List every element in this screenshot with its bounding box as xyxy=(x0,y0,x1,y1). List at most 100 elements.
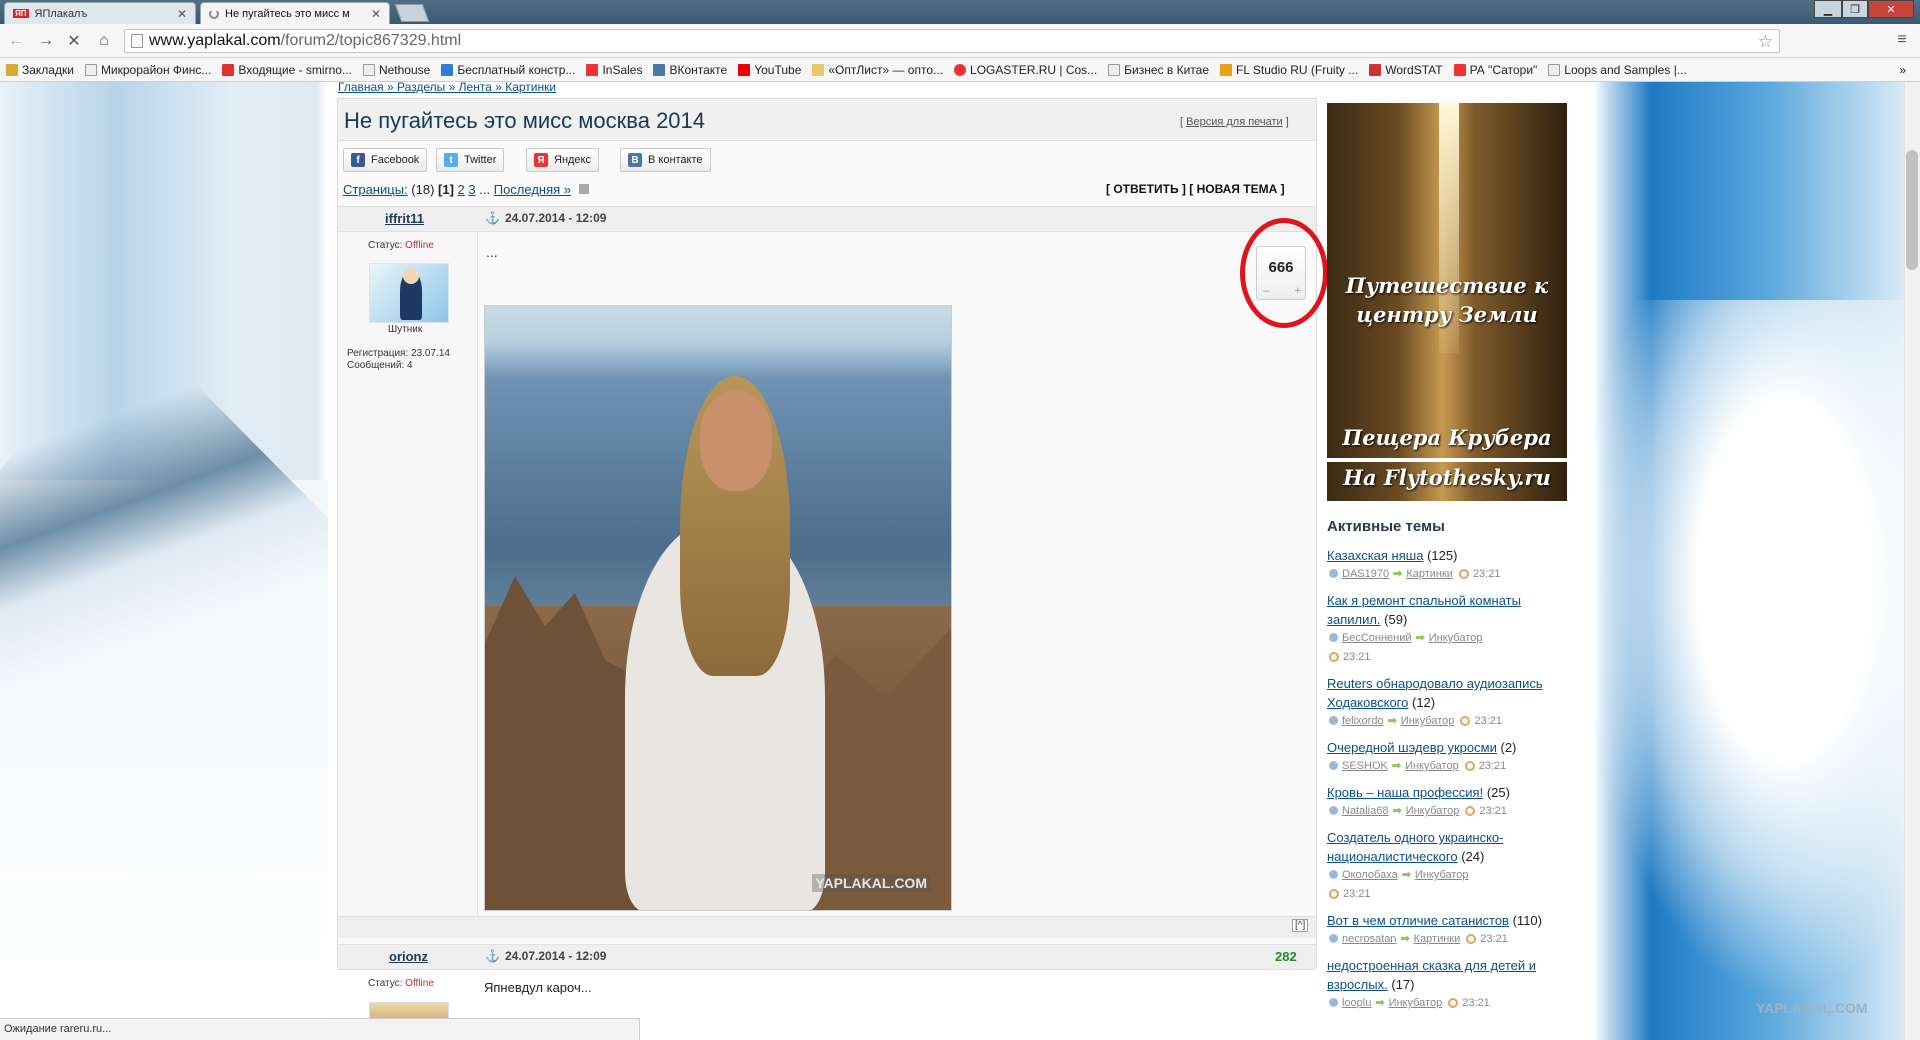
topic-link[interactable]: недостроенная сказка для детей и взрослы… xyxy=(1327,958,1536,992)
stop-icon[interactable]: ✕ xyxy=(64,31,84,51)
avatar[interactable] xyxy=(369,263,449,323)
active-topics-title: Активные темы xyxy=(1327,518,1445,535)
maximize-button[interactable]: ❐ xyxy=(1842,0,1868,18)
share-vk-button[interactable]: B В контакте xyxy=(620,148,711,172)
post-author[interactable]: orionz xyxy=(389,949,428,964)
bookmark-label: Закладки xyxy=(22,62,74,77)
close-tab-icon[interactable]: ✕ xyxy=(177,7,187,21)
bookmark-label: Микрорайон Финс... xyxy=(100,62,212,77)
post-date: 24.07.2014 - 12:09 xyxy=(505,211,607,225)
bookmark-item[interactable]: Закладки xyxy=(6,63,74,77)
pages-link[interactable]: Страницы: xyxy=(343,182,408,197)
folder-icon xyxy=(6,63,18,76)
topic-user[interactable]: БесСоннений xyxy=(1342,632,1412,644)
post-footer xyxy=(338,916,1316,938)
print-version-link[interactable]: Версия для печати xyxy=(1186,116,1283,128)
topic-user[interactable]: necrosatan xyxy=(1342,933,1396,945)
clock-icon xyxy=(1466,934,1477,944)
minimize-button[interactable]: ▁ xyxy=(1814,0,1842,18)
page-last-link[interactable]: Последняя » xyxy=(494,182,571,197)
site-watermark: YAPLAKAL.COM xyxy=(1756,1000,1868,1016)
bookmark-item[interactable]: «ОптЛист» — опто... xyxy=(812,63,943,77)
arrow-icon: ➡ xyxy=(1387,715,1397,727)
bookmark-item[interactable]: Входящие - smirno... xyxy=(222,63,352,77)
twitter-icon: t xyxy=(444,153,458,167)
bookmark-item[interactable]: FL Studio RU (Fruity ... xyxy=(1220,63,1358,77)
highlight-circle xyxy=(1240,218,1328,328)
list-item: Кровь – наша профессия! (25) Natalia68 ➡ И… xyxy=(1327,783,1567,821)
scrollbar-thumb[interactable] xyxy=(1906,150,1918,270)
arrow-icon: ➡ xyxy=(1401,869,1411,881)
bookmark-item[interactable]: InSales xyxy=(586,63,642,77)
bookmark-item[interactable]: WordSTAT xyxy=(1369,63,1443,77)
topic-user[interactable]: DAS1970 xyxy=(1342,568,1389,580)
topic-link[interactable]: Кровь – наша профессия! xyxy=(1327,785,1483,800)
ad-banner[interactable]: Путешествие к центру Земли Пещера Крубер… xyxy=(1327,103,1567,501)
topic-section[interactable]: Инкубатор xyxy=(1401,715,1455,727)
reply-links[interactable]: [ ОТВЕТИТЬ ] [ НОВАЯ ТЕМА ] xyxy=(1106,182,1285,196)
topic-user[interactable]: felixordo xyxy=(1342,715,1384,727)
post-anchor-icon[interactable]: ⚓ xyxy=(485,949,500,963)
topic-link[interactable]: Очередной шэдевр укросми xyxy=(1327,740,1497,755)
jump-icon[interactable] xyxy=(578,184,589,194)
topic-section[interactable]: Инкубатор xyxy=(1406,805,1460,817)
topic-time: 23:21 xyxy=(1343,651,1371,663)
to-top-button[interactable]: [^] xyxy=(1292,919,1309,932)
home-icon[interactable]: ⌂ xyxy=(94,31,114,51)
logaster-icon xyxy=(954,63,967,76)
breadcrumb[interactable]: Главная » Разделы » Лента » Картинки xyxy=(338,80,556,94)
topic-user[interactable]: looplu xyxy=(1342,997,1371,1009)
pages-count: (18) xyxy=(411,182,435,197)
topic-section[interactable]: Инкубатор xyxy=(1429,632,1483,644)
topic-count: (110) xyxy=(1512,913,1542,928)
post-anchor-icon[interactable]: ⚓ xyxy=(485,211,500,225)
more-bookmarks-icon[interactable]: » xyxy=(1899,63,1906,77)
page-icon xyxy=(1548,63,1561,76)
page-link-2[interactable]: 2 xyxy=(458,182,465,197)
bookmark-item[interactable]: Бесплатный констр... xyxy=(441,63,575,77)
bookmark-star-icon[interactable]: ☆ xyxy=(1758,31,1773,53)
pages-ellipsis: ... xyxy=(479,182,491,197)
topic-user[interactable]: Natalia68 xyxy=(1342,805,1388,817)
clock-icon xyxy=(1448,998,1459,1008)
address-bar[interactable]: www.yaplakal.com/forum2/topic867329.html… xyxy=(124,29,1780,53)
topic-section[interactable]: Инкубатор xyxy=(1415,869,1469,881)
topic-link[interactable]: Как я ремонт спальной комнаты запилил. xyxy=(1327,593,1521,627)
close-tab-icon[interactable]: ✕ xyxy=(371,7,381,21)
topic-link[interactable]: Вот в чем отличие сатанистов xyxy=(1327,913,1509,928)
share-twitter-button[interactable]: t Twitter xyxy=(436,148,505,172)
bookmark-item[interactable]: YouTube xyxy=(738,63,801,77)
user-icon xyxy=(1329,998,1338,1007)
tab-yaplakal[interactable]: ЯП ЯПлакалъ ✕ xyxy=(4,2,196,24)
bookmark-item[interactable]: Loops and Samples |... xyxy=(1548,63,1687,77)
topic-section[interactable]: Картинки xyxy=(1406,568,1453,580)
close-window-button[interactable]: ✕ xyxy=(1868,0,1914,18)
topic-section[interactable]: Картинки xyxy=(1414,933,1461,945)
topic-count: (125) xyxy=(1427,548,1458,563)
share-yandex-button[interactable]: Я Яндекс xyxy=(526,148,599,172)
bookmark-item[interactable]: Бизнес в Китае xyxy=(1108,63,1209,77)
topic-section[interactable]: Инкубатор xyxy=(1389,997,1443,1009)
post-image[interactable]: YAPLAKAL.COM xyxy=(484,305,952,911)
topic-user[interactable]: SESHOK xyxy=(1342,760,1388,772)
post-author[interactable]: iffrit11 xyxy=(385,211,424,226)
topic-link[interactable]: Казахская няша xyxy=(1327,548,1423,563)
bookmark-item[interactable]: Nethouse xyxy=(362,63,430,77)
topic-user[interactable]: Околобаха xyxy=(1342,869,1398,881)
bookmark-item[interactable]: ВКонтакте xyxy=(653,63,727,77)
vk-icon xyxy=(653,63,666,76)
insales-icon xyxy=(586,63,599,76)
tab-current[interactable]: Не пугайтесь это мисс м ✕ xyxy=(200,2,390,24)
page-link-3[interactable]: 3 xyxy=(468,182,475,197)
bookmark-item[interactable]: РА "Сатори" xyxy=(1453,63,1537,77)
bookmark-label: Бизнес в Китае xyxy=(1124,62,1209,77)
youtube-icon xyxy=(738,63,751,76)
menu-icon[interactable]: ≡ xyxy=(1892,31,1912,51)
ad-divider xyxy=(1327,458,1567,462)
bookmark-item[interactable]: Микрорайон Финс... xyxy=(84,62,212,77)
bookmark-item[interactable]: LOGASTER.RU | Cos... xyxy=(954,63,1097,77)
back-icon[interactable]: ← xyxy=(6,31,26,51)
share-facebook-button[interactable]: f Facebook xyxy=(343,148,428,172)
topic-section[interactable]: Инкубатор xyxy=(1405,760,1459,772)
forward-icon[interactable]: → xyxy=(36,31,56,51)
